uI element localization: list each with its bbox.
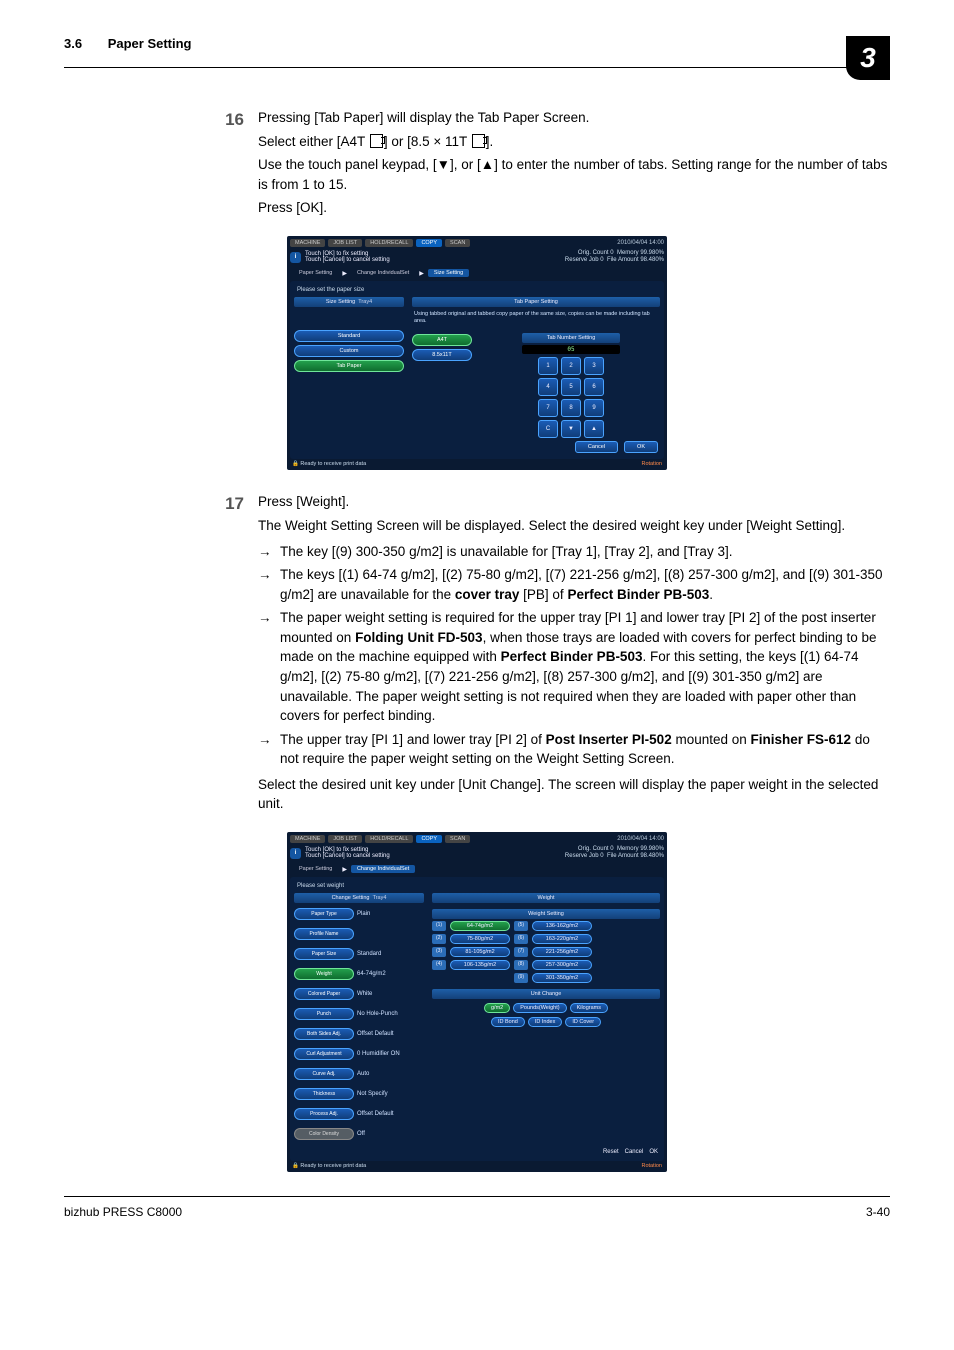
tab-paper-screenshot: MACHINE JOB LIST HOLD/RECALL COPY SCAN 2… [287, 236, 667, 471]
step17-line3: Select the desired unit key under [Unit … [258, 775, 890, 814]
step16-line2: Select either [A4T ] or [8.5 × 11T ]. [258, 132, 890, 152]
a4t-button[interactable]: A4T [412, 334, 472, 346]
info-icon: i [290, 252, 301, 263]
setting-both-sides-adj-[interactable]: Both Sides Adj. [294, 1028, 354, 1040]
standard-button[interactable]: Standard [294, 330, 404, 342]
cancel-button[interactable]: Cancel [575, 441, 618, 453]
setting-colored-paper[interactable]: Colored Paper [294, 988, 354, 1000]
step17-bullet-2: The keys [(1) 64-74 g/m2], [(2) 75-80 g/… [258, 565, 890, 604]
keypad[interactable]: 123 456 789 C▼▲ [522, 357, 620, 438]
footer-rule [64, 1196, 890, 1197]
letter-tab-button[interactable]: 8.5x11T [412, 349, 472, 361]
step17-bullet-3: The paper weight setting is required for… [258, 608, 890, 725]
tab-icon [370, 134, 383, 148]
weight-key[interactable]: 75-80g/m2 [450, 934, 510, 944]
setting-thickness[interactable]: Thickness [294, 1088, 354, 1100]
setting-process-adj-[interactable]: Process Adj. [294, 1108, 354, 1120]
chapter-badge: 3 [846, 36, 890, 80]
step-number-17: 17 [204, 492, 258, 817]
step17-line2: The Weight Setting Screen will be displa… [258, 516, 890, 536]
weight-key[interactable]: 257-300g/m2 [532, 960, 592, 970]
weight-key: (9) [514, 973, 528, 983]
weight-key: (3) [432, 947, 446, 957]
setting-paper-type[interactable]: Paper Type [294, 908, 354, 920]
weight-key: (8) [514, 960, 528, 970]
tab-paper-button[interactable]: Tab Paper [294, 360, 404, 372]
datetime: 2010/04/04 14:00 [617, 240, 664, 246]
cancel-button[interactable]: Cancel [625, 1149, 644, 1155]
running-header: 3.6 Paper Setting [64, 36, 890, 53]
setting-profile-name[interactable]: Profile Name [294, 928, 354, 940]
weight-key: (6) [514, 934, 528, 944]
ok-button[interactable]: OK [649, 1149, 658, 1155]
section-title: Paper Setting [108, 36, 192, 51]
tab-icon [472, 134, 485, 148]
setting-curl-adjustment[interactable]: Curl Adjustment [294, 1048, 354, 1060]
step16-line1: Pressing [Tab Paper] will display the Ta… [258, 108, 890, 128]
unit-id-index[interactable]: ID Index [528, 1017, 562, 1027]
setting-color-density[interactable]: Color Density [294, 1128, 354, 1140]
weight-key: (5) [514, 921, 528, 931]
custom-button[interactable]: Custom [294, 345, 404, 357]
setting-punch[interactable]: Punch [294, 1008, 354, 1020]
tab-scan[interactable]: SCAN [445, 239, 470, 247]
weight-key: (4) [432, 960, 446, 970]
setting-curve-adj-[interactable]: Curve Adj. [294, 1068, 354, 1080]
unit-pounds-weight-[interactable]: Pounds(Weight) [513, 1003, 566, 1013]
tab-joblist[interactable]: JOB LIST [328, 239, 362, 247]
step17-line1: Press [Weight]. [258, 492, 890, 512]
footer-page: 3-40 [866, 1205, 890, 1219]
header-rule [64, 67, 890, 68]
step17-bullet-4: The upper tray [PI 1] and lower tray [PI… [258, 730, 890, 769]
reset-button[interactable]: Reset [603, 1149, 619, 1155]
step16-line4: Press [OK]. [258, 198, 890, 218]
info-icon: i [290, 848, 301, 859]
weight-key[interactable]: 106-135g/m2 [450, 960, 510, 970]
footer-model: bizhub PRESS C8000 [64, 1205, 182, 1219]
section-number: 3.6 [64, 36, 82, 51]
unit-id-bond[interactable]: ID Bond [491, 1017, 525, 1027]
setting-paper-size[interactable]: Paper Size [294, 948, 354, 960]
weight-key: (1) [432, 921, 446, 931]
weight-key[interactable]: 301-350g/m2 [532, 973, 592, 983]
unit-id-cover[interactable]: ID Cover [565, 1017, 601, 1027]
unit-kilograms[interactable]: Kilograms [570, 1003, 608, 1013]
step17-bullet-1: The key [(9) 300-350 g/m2] is unavailabl… [258, 542, 890, 562]
weight-key[interactable]: 221-256g/m2 [532, 947, 592, 957]
weight-setting-screenshot: MACHINE JOB LIST HOLD/RECALL COPY SCAN 2… [287, 832, 667, 1172]
step16-line3: Use the touch panel keypad, [▼], or [▲] … [258, 155, 890, 194]
weight-key[interactable]: 163-220g/m2 [532, 934, 592, 944]
tab-number-display: 05 [522, 345, 620, 354]
tab-recall[interactable]: HOLD/RECALL [365, 239, 413, 247]
tab-copy[interactable]: COPY [416, 239, 442, 247]
step-number-16: 16 [204, 108, 258, 222]
weight-key[interactable]: 64-74g/m2 [450, 921, 510, 931]
weight-key: (7) [514, 947, 528, 957]
tab-machine[interactable]: MACHINE [290, 239, 325, 247]
weight-key: (2) [432, 934, 446, 944]
ok-button[interactable]: OK [624, 441, 658, 453]
weight-key[interactable]: 81-105g/m2 [450, 947, 510, 957]
setting-weight[interactable]: Weight [294, 968, 354, 980]
unit-g-m2[interactable]: g/m2 [484, 1003, 510, 1013]
weight-key[interactable]: 136-162g/m2 [532, 921, 592, 931]
